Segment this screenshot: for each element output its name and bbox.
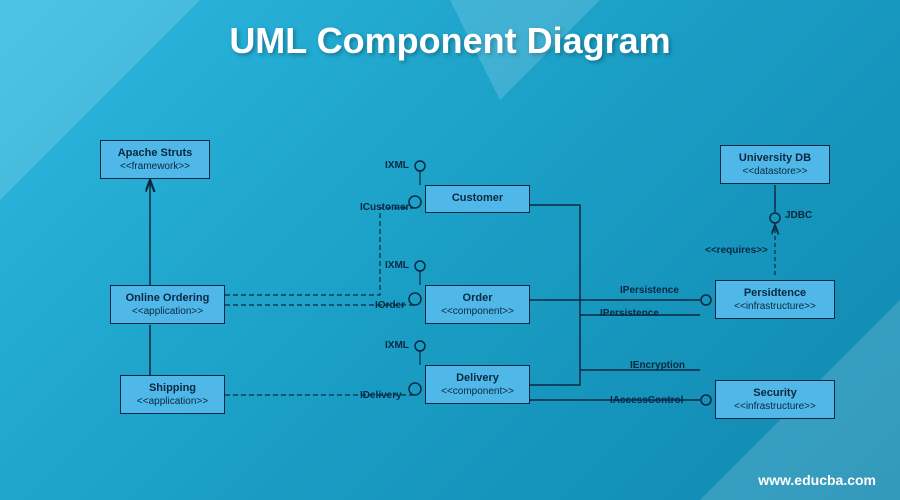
component-name: Apache Struts <box>109 147 201 159</box>
label-ixml-order: IXML <box>385 260 409 271</box>
label-iencryption: IEncryption <box>630 360 685 371</box>
label-ixml-customer: IXML <box>385 160 409 171</box>
component-online-ordering: Online Ordering <<application>> <box>110 285 225 324</box>
label-requires: <<requires>> <box>705 245 768 256</box>
component-customer: Customer <box>425 185 530 213</box>
component-security: Security <<infrastructure>> <box>715 380 835 419</box>
label-ipersistence-2: IPersistence <box>600 308 659 319</box>
component-stereo: <<component>> <box>434 306 521 317</box>
component-name: Delivery <box>434 372 521 384</box>
component-stereo: <<framework>> <box>109 161 201 172</box>
label-icustomer: ICustomer <box>360 202 409 213</box>
component-name: Security <box>724 387 826 399</box>
component-university-db: University DB <<datastore>> <box>720 145 830 184</box>
label-jdbc: JDBC <box>785 210 812 221</box>
component-name: Customer <box>434 192 521 204</box>
component-name: University DB <box>729 152 821 164</box>
page-title: UML Component Diagram <box>0 0 900 62</box>
component-name: Order <box>434 292 521 304</box>
footer-url: www.educba.com <box>758 472 876 488</box>
uml-diagram: Apache Struts <<framework>> Online Order… <box>0 90 900 470</box>
component-name: Shipping <box>129 382 216 394</box>
label-iorder: IOrder <box>375 300 405 311</box>
component-name: Persidtence <box>724 287 826 299</box>
component-apache-struts: Apache Struts <<framework>> <box>100 140 210 179</box>
component-stereo: <<application>> <box>119 306 216 317</box>
component-stereo: <<application>> <box>129 396 216 407</box>
component-stereo: <<infrastructure>> <box>724 301 826 312</box>
component-delivery: Delivery <<component>> <box>425 365 530 404</box>
component-persistence: Persidtence <<infrastructure>> <box>715 280 835 319</box>
label-ixml-delivery: IXML <box>385 340 409 351</box>
label-idelivery: IDelivery <box>360 390 402 401</box>
component-order: Order <<component>> <box>425 285 530 324</box>
label-ipersistence-1: IPersistence <box>620 285 679 296</box>
component-stereo: <<component>> <box>434 386 521 397</box>
component-name: Online Ordering <box>119 292 216 304</box>
label-iaccesscontrol: IAccessControl <box>610 395 683 406</box>
component-stereo: <<infrastructure>> <box>724 401 826 412</box>
component-shipping: Shipping <<application>> <box>120 375 225 414</box>
component-stereo: <<datastore>> <box>729 166 821 177</box>
